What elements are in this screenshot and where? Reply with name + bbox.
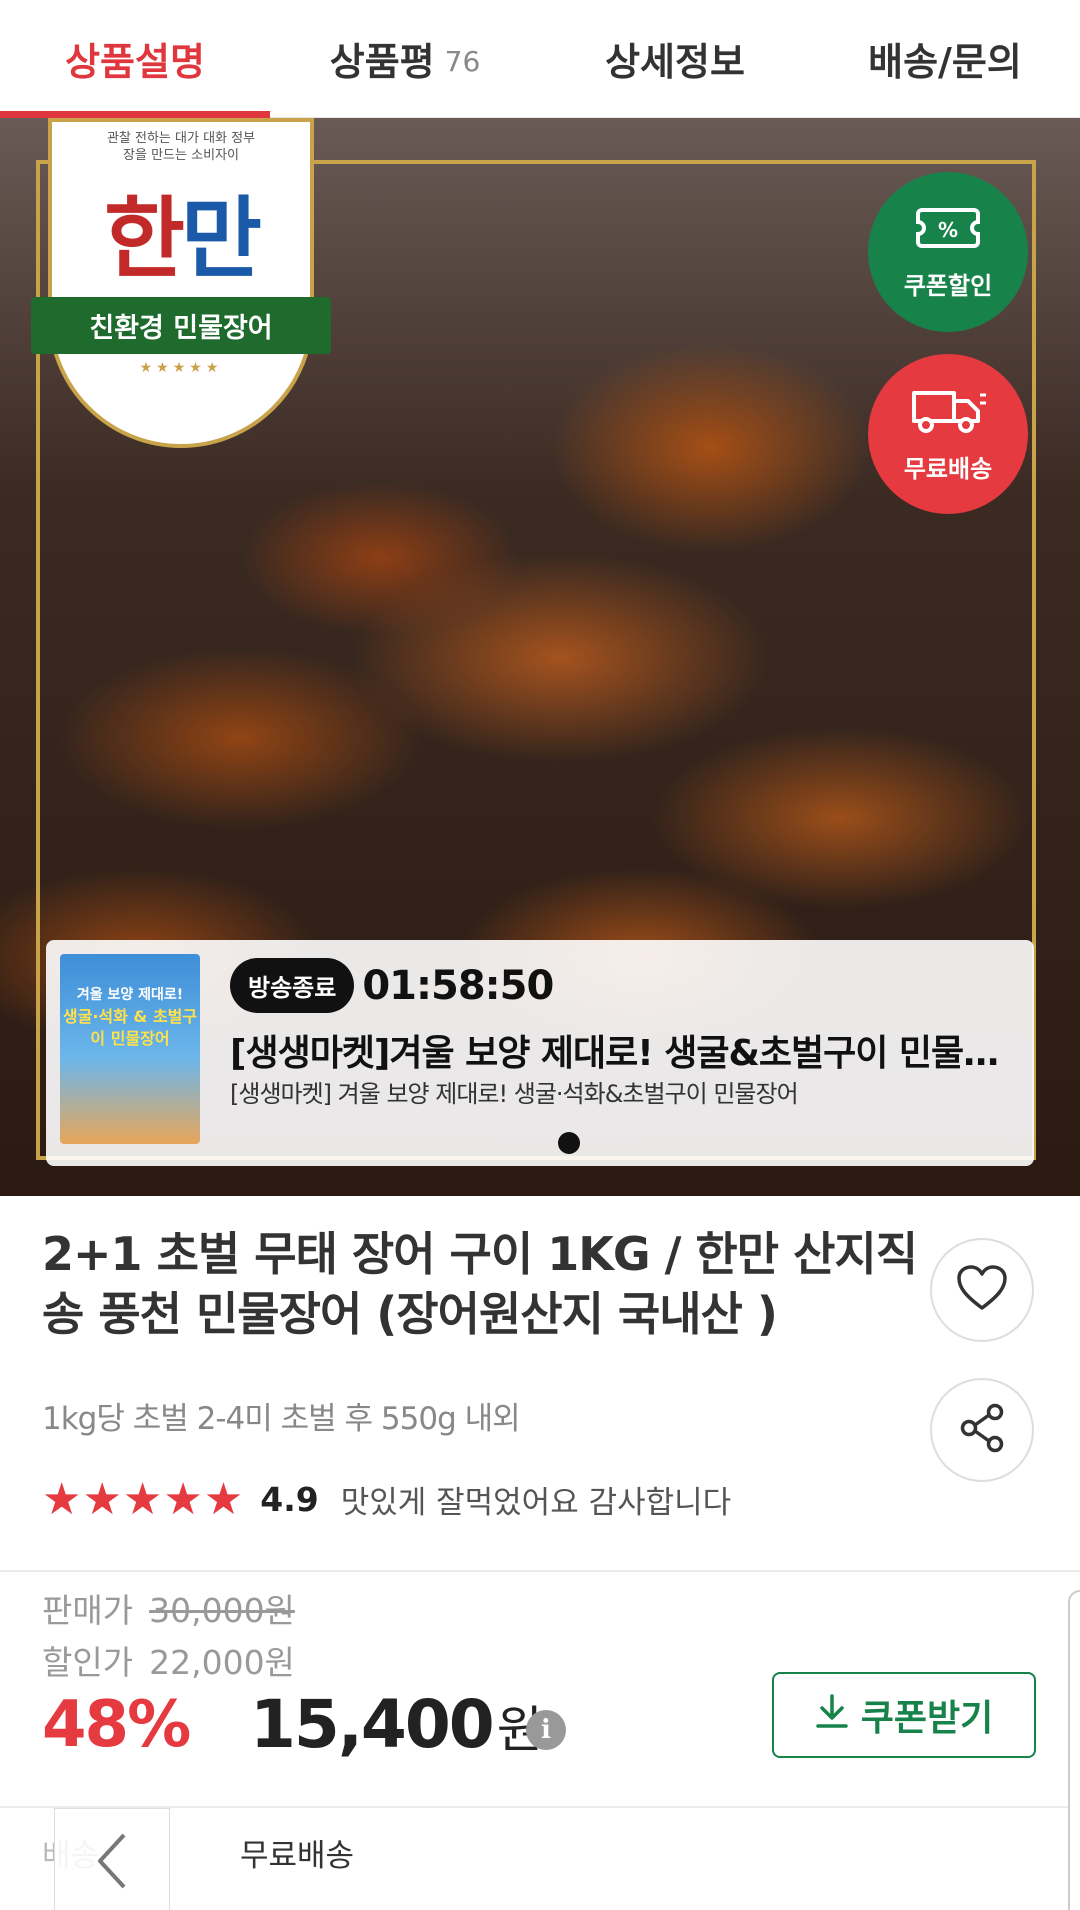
thumbnail-text: 생굴·석화 & 초벌구이 민물장어 (62, 1007, 198, 1048)
tab-bar: 상품설명 상품평 76 상세정보 배송/문의 (0, 0, 1080, 118)
logo-tagline-line: 관찰 전하는 대가 대화 정부 (106, 131, 256, 146)
tab-reviews[interactable]: 상품평 76 (270, 0, 540, 117)
thumbnail-text: 겨울 보양 제대로! (76, 987, 184, 1003)
svg-text:%: % (938, 218, 958, 242)
broadcast-ended-badge: 방송종료 (230, 958, 355, 1013)
live-status-row: 방송종료 01:58:50 (230, 958, 554, 1013)
price-info-icon[interactable]: i (526, 1710, 566, 1750)
wishlist-button[interactable] (930, 1238, 1034, 1342)
live-subtitle: [생생마켓] 겨울 보양 제대로! 생굴·석화&초벌구이 민물장어 (230, 1080, 799, 1108)
product-subtitle: 1kg당 초벌 2-4미 초벌 후 550g 내외 (42, 1401, 521, 1437)
tab-description[interactable]: 상품설명 (0, 0, 270, 118)
discount-price-row: 할인가 22,000원 (42, 1636, 295, 1684)
logo-tagline-line: 장을 만드는 소비자이 (123, 148, 239, 163)
heart-icon (956, 1264, 1008, 1316)
logo-ribbon: 친환경 민물장어 (31, 297, 331, 354)
logo-brand-name: 한만 (104, 168, 262, 295)
review-snippet: 맛있게 잘먹었어요 감사합니다 (340, 1485, 732, 1521)
logo-brand-part: 만 (181, 186, 262, 290)
discount-price-label: 할인가 (42, 1643, 134, 1682)
original-price: 30,000원 (149, 1591, 295, 1630)
free-delivery-badge: 무료배송 (868, 354, 1028, 514)
brand-logo: 관찰 전하는 대가 대화 정부 장을 만드는 소비자이 한만 친환경 민물장어 … (31, 118, 331, 448)
live-broadcast-card[interactable]: 겨울 보양 제대로! 생굴·석화 & 초벌구이 민물장어 방송종료 01:58:… (46, 940, 1034, 1166)
final-price-value: 15,400 (250, 1686, 495, 1763)
discount-rate: 48% (42, 1688, 191, 1762)
sale-price-row: 판매가 30,000원 (42, 1584, 295, 1632)
share-icon (958, 1402, 1006, 1458)
tab-label: 상품설명 (65, 40, 205, 84)
rating-score: 4.9 (260, 1480, 319, 1519)
review-count: 76 (444, 45, 481, 78)
logo-tagline: 관찰 전하는 대가 대화 정부 장을 만드는 소비자이 (107, 130, 255, 164)
delivery-badge-label: 무료배송 (903, 454, 993, 483)
carousel-indicator[interactable] (558, 1132, 580, 1154)
logo-stars: ★★★★★ (139, 360, 223, 376)
live-thumbnail: 겨울 보양 제대로! 생굴·석화 & 초벌구이 민물장어 (60, 954, 200, 1144)
get-coupon-button[interactable]: 쿠폰받기 (772, 1672, 1036, 1758)
tab-label: 배송/문의 (868, 40, 1022, 84)
tab-details[interactable]: 상세정보 (540, 0, 810, 117)
final-price: 15,400원 (250, 1686, 543, 1763)
product-hero-image[interactable]: 관찰 전하는 대가 대화 정부 장을 만드는 소비자이 한만 친환경 민물장어 … (0, 118, 1080, 1196)
rating-row[interactable]: ★★★★★ 4.9 맛있게 잘먹었어요 감사합니다 (42, 1474, 731, 1525)
tab-label: 상세정보 (605, 40, 745, 84)
floating-panel-edge[interactable] (1068, 1590, 1080, 1910)
tab-label: 상품평 (329, 40, 435, 84)
shipping-value: 무료배송 (240, 1838, 355, 1874)
truck-icon (908, 385, 988, 441)
download-icon (815, 1693, 861, 1738)
chevron-left-icon (92, 1829, 132, 1897)
tab-shipping-inquiry[interactable]: 배송/문의 (810, 0, 1080, 117)
product-title: 2+1 초벌 무태 장어 구이 1KG / 한만 산지직송 풍천 민물장어 (장… (42, 1227, 918, 1341)
coupon-button-label: 쿠폰받기 (860, 1698, 994, 1739)
rating-stars: ★★★★★ (42, 1474, 245, 1525)
percent-ticket-icon: % (912, 204, 984, 258)
coupon-discount-badge: % 쿠폰할인 (868, 172, 1028, 332)
logo-brand-part: 한 (104, 186, 185, 290)
share-button[interactable] (930, 1378, 1034, 1482)
live-timer: 01:58:50 (362, 962, 554, 1009)
coupon-badge-label: 쿠폰할인 (903, 271, 993, 300)
back-button[interactable] (54, 1808, 170, 1910)
sale-price-label: 판매가 (42, 1591, 134, 1630)
live-title: [생생마켓]겨울 보양 제대로! 생굴&초벌구이 민물장어 (230, 1033, 1000, 1074)
section-divider (0, 1570, 1080, 1572)
discount-price: 22,000원 (149, 1643, 295, 1682)
